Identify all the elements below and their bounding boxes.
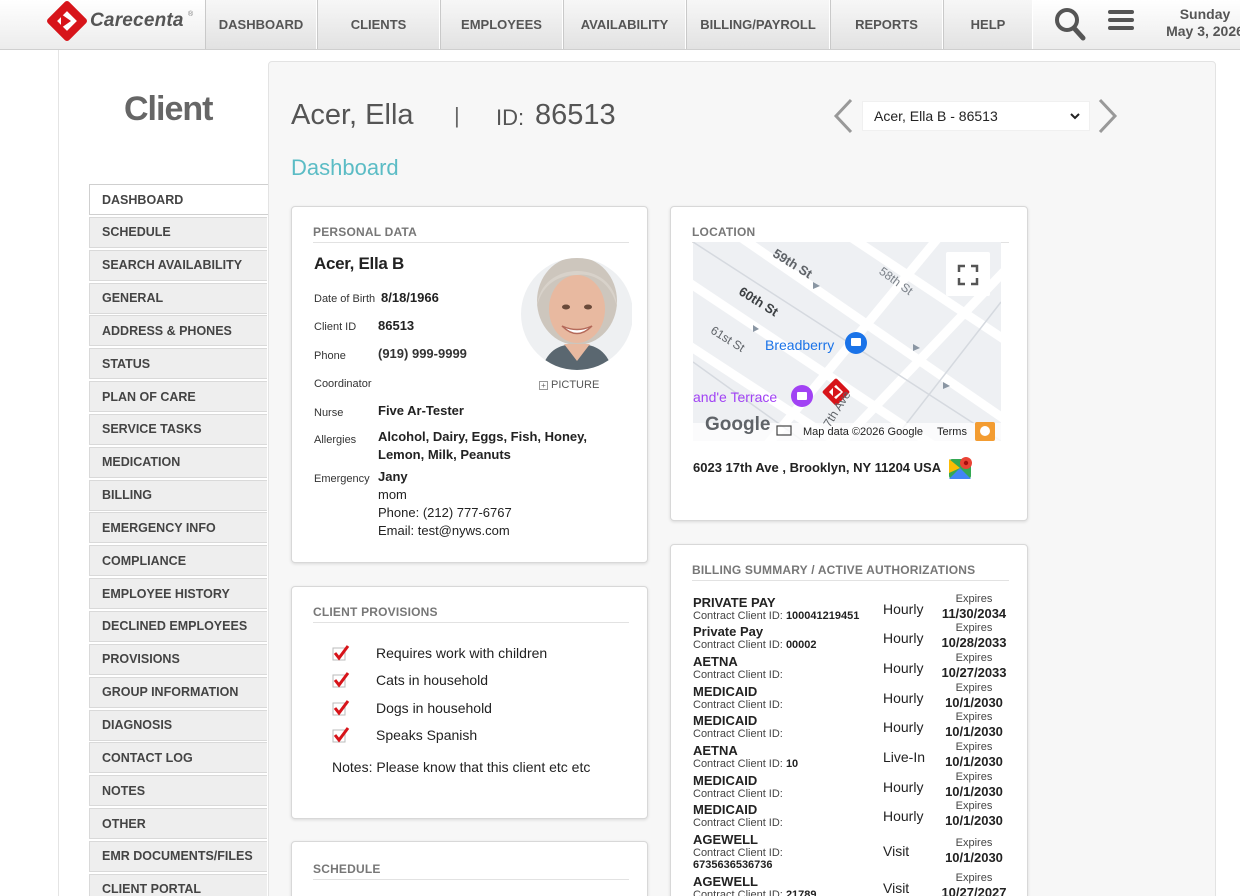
picture-link[interactable]: + PICTURE bbox=[539, 379, 599, 391]
sidebar-item-diagnosis[interactable]: DIAGNOSIS bbox=[89, 709, 267, 741]
client-id-label: ID: bbox=[496, 105, 525, 130]
billing-row: MEDICAID Contract Client ID: Hourly Expi… bbox=[693, 682, 1003, 711]
next-client-arrow-icon[interactable] bbox=[1097, 98, 1119, 134]
client-photo[interactable] bbox=[520, 249, 632, 379]
chevron-down-icon bbox=[1070, 113, 1080, 120]
name-separator: | bbox=[454, 103, 460, 128]
map-terms-link[interactable]: Terms bbox=[937, 426, 967, 438]
sidebar-item-employee-history[interactable]: EMPLOYEE HISTORY bbox=[89, 578, 267, 610]
sidebar-item-search-availability[interactable]: SEARCH AVAILABILITY bbox=[89, 249, 267, 281]
sidebar-item-billing[interactable]: BILLING bbox=[89, 479, 267, 511]
provision-item: Cats in household bbox=[332, 670, 488, 690]
client-sidebar: DASHBOARD SCHEDULE SEARCH AVAILABILITY G… bbox=[89, 184, 269, 896]
current-date: Sunday May 3, 2026 bbox=[1166, 6, 1240, 39]
sidebar-item-schedule[interactable]: SCHEDULE bbox=[89, 216, 267, 248]
billing-row: AETNA Contract Client ID: Hourly Expires… bbox=[693, 652, 1007, 681]
checkbox-checked-icon[interactable] bbox=[332, 727, 350, 743]
checkbox-checked-icon[interactable] bbox=[332, 700, 350, 716]
google-maps-icon[interactable] bbox=[948, 455, 974, 481]
map-poi-breadberry[interactable]: Breadberry bbox=[765, 337, 834, 353]
sidebar-item-other[interactable]: OTHER bbox=[89, 808, 267, 840]
billing-row: AGEWELL Contract Client ID: 6735636536736… bbox=[693, 832, 1003, 871]
checkbox-checked-icon[interactable] bbox=[332, 645, 350, 661]
logo-text: Carecenta bbox=[90, 10, 184, 31]
plus-icon: + bbox=[539, 381, 548, 390]
nav-clients[interactable]: CLIENTS bbox=[317, 0, 440, 49]
sidebar-item-client-portal[interactable]: CLIENT PORTAL bbox=[89, 873, 267, 896]
page-title: Client bbox=[124, 90, 213, 128]
provision-notes: Notes: Please know that this client etc … bbox=[332, 759, 591, 775]
client-select[interactable]: Acer, Ella B - 86513 bbox=[862, 101, 1090, 131]
billing-row: MEDICAID Contract Client ID: Hourly Expi… bbox=[693, 711, 1003, 740]
location-map[interactable]: 59th St 58th St 60th St 61st St 7th Ave … bbox=[693, 242, 1001, 441]
carecenta-logo[interactable]: Carecenta ® bbox=[45, 0, 200, 43]
sidebar-item-service-tasks[interactable]: SERVICE TASKS bbox=[89, 413, 267, 445]
allergies-value: Alcohol, Dairy, Eggs, Fish, Honey, Lemon… bbox=[378, 429, 587, 462]
billing-row: Private Pay Contract Client ID: 00002 Ho… bbox=[693, 622, 1007, 651]
nav-dashboard[interactable]: DASHBOARD bbox=[205, 0, 317, 49]
sidebar-item-address-phones[interactable]: ADDRESS & PHONES bbox=[89, 315, 267, 347]
provision-item: Speaks Spanish bbox=[332, 725, 477, 745]
sidebar-item-emergency-info[interactable]: EMERGENCY INFO bbox=[89, 512, 267, 544]
top-bar: Carecenta ® DASHBOARD CLIENTS EMPLOYEES … bbox=[0, 0, 1240, 50]
nurse-value: Five Ar-Tester bbox=[378, 403, 464, 418]
billing-row: PRIVATE PAY Contract Client ID: 10004121… bbox=[693, 593, 1007, 622]
google-logo: Google bbox=[705, 414, 771, 435]
sidebar-item-compliance[interactable]: COMPLIANCE bbox=[89, 545, 267, 577]
sidebar-item-emr-documents[interactable]: EMR DOCUMENTS/FILES bbox=[89, 840, 267, 872]
sidebar-item-declined-employees[interactable]: DECLINED EMPLOYEES bbox=[89, 610, 267, 642]
sidebar-item-medication[interactable]: MEDICATION bbox=[89, 446, 267, 478]
card-header: BILLING SUMMARY / ACTIVE AUTHORIZATIONS bbox=[692, 563, 1009, 581]
billing-row: AGEWELL Contract Client ID: 21789 Visit … bbox=[693, 872, 1007, 896]
schedule-card: SCHEDULE bbox=[291, 841, 648, 896]
billing-summary-card: BILLING SUMMARY / ACTIVE AUTHORIZATIONS … bbox=[670, 544, 1028, 896]
nav-help[interactable]: HELP bbox=[943, 0, 1033, 49]
nav-employees[interactable]: EMPLOYEES bbox=[440, 0, 563, 49]
sidebar-item-provisions[interactable]: PROVISIONS bbox=[89, 643, 267, 675]
phone-value: (919) 999-9999 bbox=[378, 346, 467, 361]
billing-row: MEDICAID Contract Client ID: Hourly Expi… bbox=[693, 771, 1003, 800]
card-header: SCHEDULE bbox=[313, 862, 629, 880]
sidebar-item-notes[interactable]: NOTES bbox=[89, 775, 267, 807]
client-address: 6023 17th Ave , Brooklyn, NY 11204 USA bbox=[693, 460, 942, 475]
sidebar-item-plan-of-care[interactable]: PLAN OF CARE bbox=[89, 381, 267, 413]
card-header: PERSONAL DATA bbox=[313, 225, 629, 243]
page-left-border bbox=[58, 50, 59, 896]
sidebar-item-dashboard[interactable]: DASHBOARD bbox=[89, 184, 269, 215]
billing-row: MEDICAID Contract Client ID: Hourly Expi… bbox=[693, 800, 1003, 829]
dob-value: 8/18/1966 bbox=[381, 290, 439, 305]
checkbox-checked-icon[interactable] bbox=[332, 672, 350, 688]
client-provisions-card: CLIENT PROVISIONS Requires work with chi… bbox=[291, 586, 648, 819]
provision-item: Dogs in household bbox=[332, 698, 492, 718]
location-card: LOCATION 59th St 58th St 60th St 61st St… bbox=[670, 206, 1028, 521]
nav-reports[interactable]: REPORTS bbox=[830, 0, 943, 49]
section-title: Dashboard bbox=[291, 155, 399, 180]
search-icon[interactable] bbox=[1054, 7, 1086, 41]
client-id: 86513 bbox=[378, 318, 415, 333]
sidebar-item-status[interactable]: STATUS bbox=[89, 348, 267, 380]
nav-billing-payroll[interactable]: BILLING/PAYROLL bbox=[686, 0, 830, 49]
card-header: CLIENT PROVISIONS bbox=[313, 605, 629, 623]
map-poi-terrace[interactable]: and'e Terrace bbox=[693, 389, 777, 405]
provision-item: Requires work with children bbox=[332, 643, 547, 663]
main-nav: DASHBOARD CLIENTS EMPLOYEES AVAILABILITY… bbox=[205, 0, 1033, 50]
client-full-name: Acer, Ella B bbox=[314, 254, 404, 273]
client-name: Acer, Ella bbox=[291, 99, 414, 131]
sidebar-item-group-information[interactable]: GROUP INFORMATION bbox=[89, 676, 267, 708]
previous-client-arrow-icon[interactable] bbox=[832, 98, 854, 134]
hamburger-menu-icon[interactable] bbox=[1108, 10, 1134, 34]
map-attribution: Map data ©2026 Google bbox=[803, 426, 924, 438]
emergency-contact: Jany mom Phone: (212) 777-6767 Email: te… bbox=[378, 469, 512, 538]
nav-availability[interactable]: AVAILABILITY bbox=[563, 0, 686, 49]
client-id-value: 86513 bbox=[535, 99, 616, 131]
sidebar-item-contact-log[interactable]: CONTACT LOG bbox=[89, 742, 267, 774]
personal-data-card: PERSONAL DATA Acer, Ella B Date of Birth… bbox=[291, 206, 648, 563]
card-header: LOCATION bbox=[692, 225, 1009, 243]
sidebar-item-general[interactable]: GENERAL bbox=[89, 282, 267, 314]
billing-row: AETNA Contract Client ID: 10 Live-In Exp… bbox=[693, 741, 1003, 770]
